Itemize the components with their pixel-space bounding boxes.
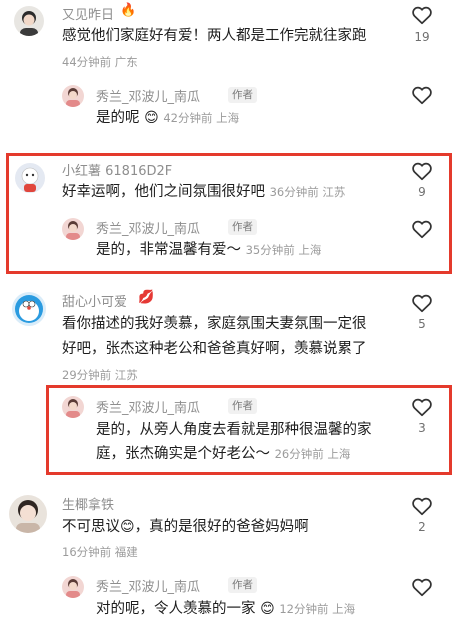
avatar[interactable] — [9, 495, 47, 533]
author-avatar[interactable] — [62, 396, 84, 418]
heart-icon[interactable] — [411, 84, 433, 106]
reply-text[interactable]: 对的呢，令人羡慕的一家 😊 12分钟前 上海 — [96, 597, 355, 621]
reply-text-content: 是的呢 — [96, 110, 140, 126]
reply-text-line1[interactable]: 是的，从旁人角度去看就是那种很温馨的家 — [96, 418, 372, 442]
avatar[interactable] — [14, 6, 44, 36]
reply-username[interactable]: 秀兰_邓波儿_南瓜 — [96, 397, 200, 416]
like-count: 9 — [418, 185, 426, 199]
comment-text-line1[interactable]: 看你描述的我好羡慕，家庭氛围夫妻氛围一定很 — [62, 312, 367, 336]
comment-meta: 36分钟前 江苏 — [269, 185, 346, 199]
reply-text[interactable]: 是的，非常温馨有爱～ 35分钟前 上海 — [96, 238, 321, 262]
fire-emoji-icon: 🔥 — [120, 3, 137, 18]
comment-meta: 44分钟前 广东 — [62, 55, 138, 69]
like-count: 19 — [414, 30, 430, 44]
reply-username[interactable]: 秀兰_邓波儿_南瓜 — [96, 218, 200, 237]
author-badge: 作者 — [228, 87, 257, 103]
comment-username[interactable]: 甜心小可爱 — [62, 291, 127, 310]
reply-text-line2[interactable]: 庭，张杰确实是个好老公～ 26分钟前 上海 — [96, 442, 350, 466]
avatar[interactable] — [15, 163, 45, 193]
like-count: 2 — [418, 520, 426, 534]
reply-meta: 12分钟前 上海 — [279, 602, 356, 616]
comment-text[interactable]: 不可思议😊，真的是很好的爸爸妈妈啊 — [62, 515, 309, 539]
reply-text[interactable]: 是的呢 😊 42分钟前 上海 — [96, 106, 239, 130]
reply-text-content: 是的，非常温馨有爱～ — [96, 242, 241, 258]
reply-meta: 26分钟前 上海 — [274, 447, 351, 461]
author-badge: 作者 — [228, 219, 257, 235]
like-count: 5 — [418, 317, 426, 331]
blush-emoji-icon: 😊 — [120, 519, 135, 535]
lips-emoji-icon: 💋 — [138, 290, 155, 305]
comment-meta: 16分钟前 福建 — [62, 545, 138, 559]
heart-icon[interactable] — [411, 4, 433, 26]
comment-text-content: 好幸运啊，他们之间氛围很好吧 — [62, 184, 265, 200]
reply-meta: 42分钟前 上海 — [163, 111, 240, 125]
blush-emoji-icon: 😊 — [144, 110, 159, 126]
author-badge: 作者 — [228, 577, 257, 593]
reply-username[interactable]: 秀兰_邓波儿_南瓜 — [96, 86, 200, 105]
comment-meta: 29分钟前 江苏 — [62, 368, 138, 382]
reply-meta: 35分钟前 上海 — [245, 243, 322, 257]
comment-username[interactable]: 又见昨日 — [62, 4, 114, 23]
comment-username[interactable]: 小红薯 61816D2F — [62, 160, 172, 179]
heart-icon[interactable] — [411, 495, 433, 517]
heart-icon[interactable] — [411, 218, 433, 240]
heart-icon[interactable] — [411, 160, 433, 182]
heart-icon[interactable] — [411, 292, 433, 314]
reply-username[interactable]: 秀兰_邓波儿_南瓜 — [96, 576, 200, 595]
like-count: 3 — [418, 421, 426, 435]
comment-text[interactable]: 感觉他们家庭好有爱！两人都是工作完就往家跑 — [62, 24, 367, 48]
reply-text-content: 庭，张杰确实是个好老公～ — [96, 446, 270, 462]
author-badge: 作者 — [228, 398, 257, 414]
heart-icon[interactable] — [411, 396, 433, 418]
comment-text[interactable]: 好幸运啊，他们之间氛围很好吧 36分钟前 江苏 — [62, 180, 345, 204]
author-avatar[interactable] — [62, 85, 84, 107]
comment-username[interactable]: 生椰拿铁 — [62, 494, 114, 513]
author-avatar[interactable] — [62, 218, 84, 240]
comment-text-line2[interactable]: 好吧，张杰这种老公和爸爸真好啊，羡慕说累了 — [62, 337, 367, 361]
comment-text-part2: ，真的是很好的爸爸妈妈啊 — [134, 519, 309, 535]
comment-text-part1: 不可思议 — [62, 519, 120, 535]
heart-icon[interactable] — [411, 576, 433, 598]
author-avatar[interactable] — [62, 576, 84, 598]
avatar[interactable] — [12, 292, 46, 326]
blush-emoji-icon: 😊 — [260, 601, 275, 617]
reply-text-content: 对的呢，令人羡慕的一家 — [96, 601, 256, 617]
